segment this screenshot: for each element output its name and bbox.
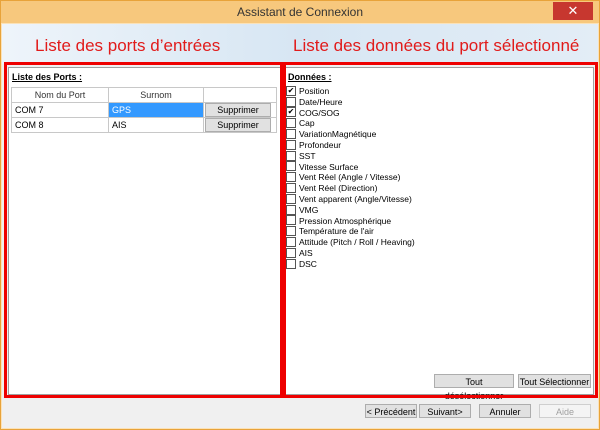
window-title: Assistant de Connexion [236,5,364,19]
close-button[interactable]: ✕ [553,2,593,20]
cancel-button[interactable]: Annuler [479,404,531,418]
previous-button[interactable]: < Précédent [365,404,417,418]
connection-wizard-window: Assistant de Connexion ✕ Liste des ports… [0,0,600,430]
header-banner: Liste des ports d’entrées Liste des donn… [2,24,598,64]
data-list-annotation: Liste des données du port sélectionné [293,36,580,55]
ports-highlight-frame [4,62,283,398]
help-button[interactable]: Aide [539,404,591,418]
data-highlight-frame [283,62,598,398]
ports-list-annotation: Liste des ports d’entrées [35,36,221,55]
next-button[interactable]: Suivant> [419,404,471,418]
title-bar[interactable]: Assistant de Connexion ✕ [1,1,599,23]
